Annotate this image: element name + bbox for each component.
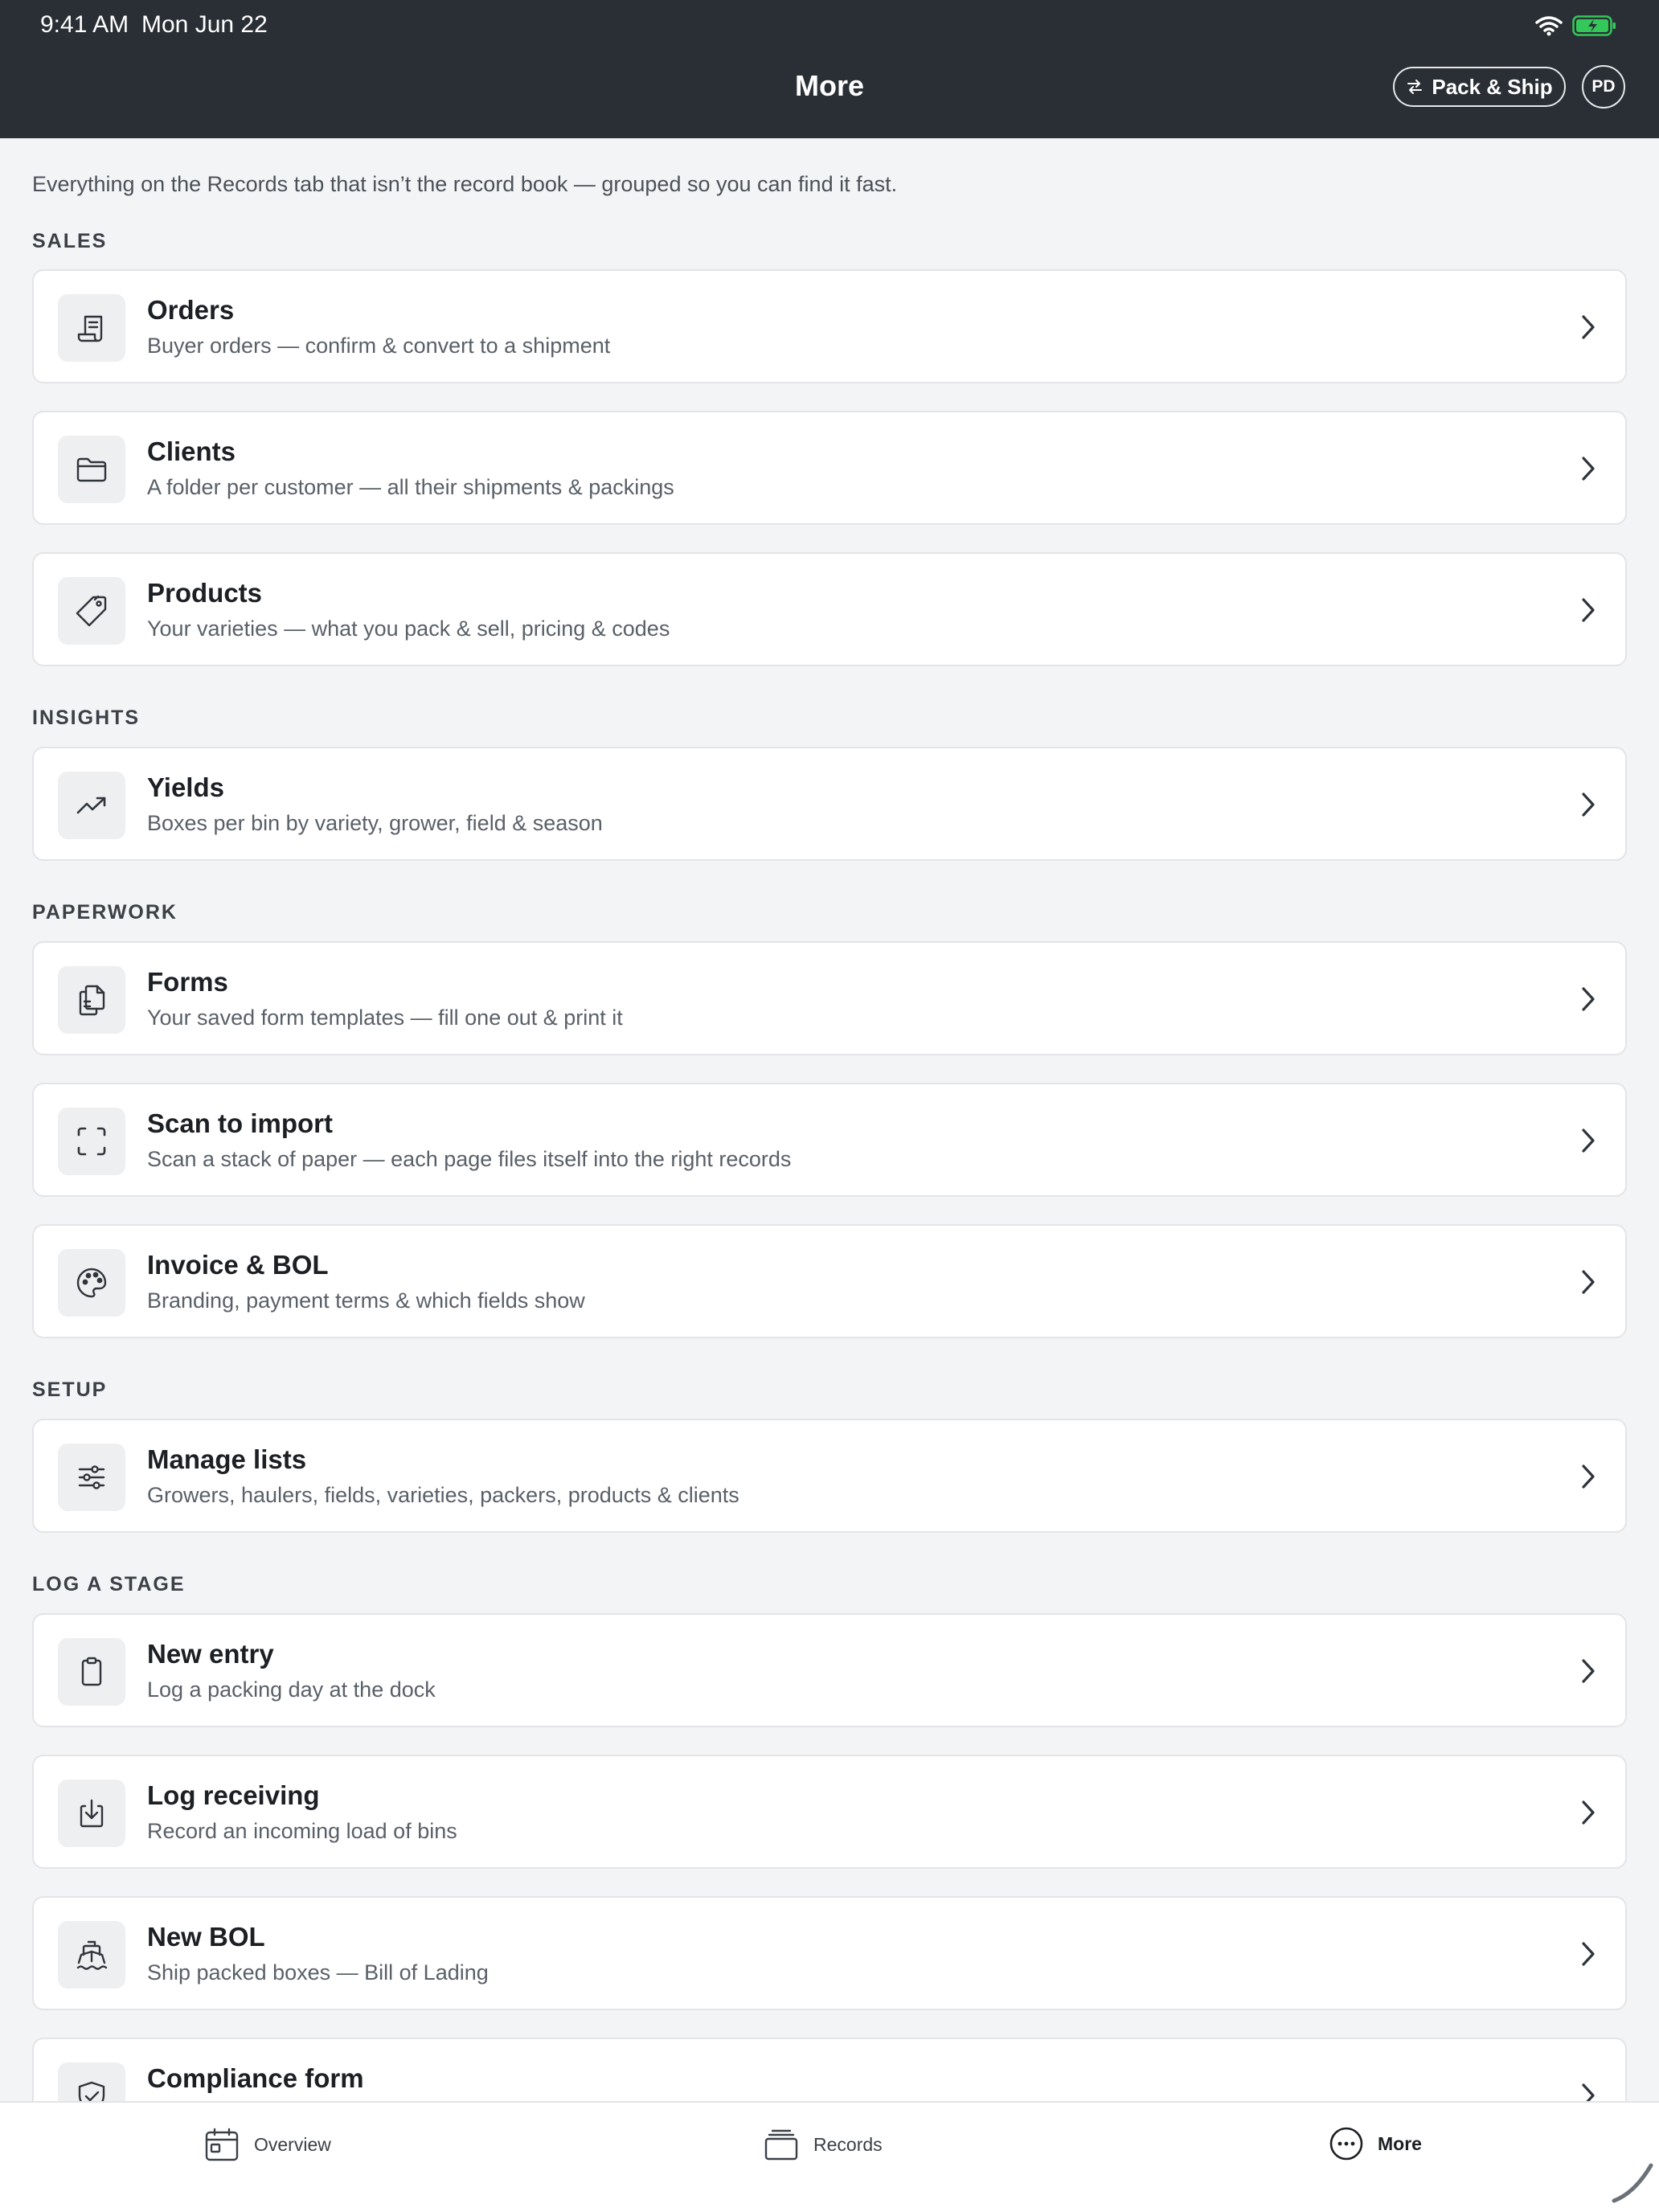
chevron-right-icon — [1582, 1129, 1595, 1153]
chevron-right-icon — [1582, 1800, 1595, 1825]
calendar-icon — [205, 2128, 239, 2161]
menu-item-subtitle: Growers, haulers, fields, varieties, pac… — [147, 1483, 739, 1507]
download-icon — [58, 1780, 125, 1847]
stack-icon — [764, 2129, 798, 2161]
tab-overview-label: Overview — [254, 2133, 331, 2155]
tab-more[interactable]: More — [1328, 2125, 1422, 2162]
more-content: Everything on the Records tab that isn’t… — [0, 138, 1659, 2101]
menu-item-title: Clients — [147, 436, 236, 466]
chevron-right-icon — [1582, 457, 1595, 481]
menu-item-title: Log receiving — [147, 1780, 320, 1810]
receipt-icon — [58, 294, 125, 362]
chevron-right-icon — [1582, 1942, 1595, 1966]
menu-item-subtitle: Boxes per bin by variety, grower, field … — [147, 811, 603, 835]
chevron-right-icon — [1582, 2083, 1595, 2101]
swap-icon — [1407, 80, 1423, 94]
chevron-right-icon — [1582, 793, 1595, 817]
section-label-sales: SALES — [32, 230, 108, 252]
tab-overview[interactable]: Overview — [203, 2125, 331, 2164]
chevron-right-icon — [1582, 315, 1595, 339]
more-circle-icon — [1329, 2127, 1363, 2161]
avatar[interactable]: PD — [1582, 65, 1625, 109]
trending-up-icon — [58, 772, 125, 839]
menu-item-title: Scan to import — [147, 1108, 334, 1138]
status-icons — [1535, 14, 1617, 37]
bottom-tab-bar: Overview Records More — [0, 2101, 1659, 2212]
menu-item-new-entry[interactable]: New entry Log a packing day at the dock — [32, 1613, 1627, 1727]
section-label-log-stage: LOG A STAGE — [32, 1573, 186, 1596]
menu-item-manage-lists[interactable]: Manage lists Growers, haulers, fields, v… — [32, 1419, 1627, 1533]
scan-icon — [58, 1108, 125, 1175]
tag-icon — [58, 577, 125, 645]
shield-check-icon — [58, 2062, 125, 2101]
status-time: 9:41 AM — [40, 11, 129, 38]
resize-handle-icon — [1612, 2163, 1653, 2203]
menu-item-title: Yields — [147, 772, 224, 802]
menu-item-title: New BOL — [147, 1922, 265, 1952]
status-date: Mon Jun 22 — [141, 11, 268, 38]
pack-ship-label: Pack & Ship — [1432, 74, 1553, 99]
documents-icon — [58, 966, 125, 1034]
menu-item-forms[interactable]: Forms Your saved form templates — fill o… — [32, 941, 1627, 1055]
palette-icon — [58, 1249, 125, 1317]
menu-item-title: Products — [147, 578, 263, 608]
section-label-insights: INSIGHTS — [32, 707, 141, 729]
clipboard-icon — [58, 1638, 125, 1706]
section-label-setup: SETUP — [32, 1378, 108, 1401]
app-header: 9:41 AM Mon Jun 22 More Pack & Ship PD — [0, 0, 1659, 138]
pack-ship-button[interactable]: Pack & Ship — [1393, 67, 1566, 107]
chevron-right-icon — [1582, 1659, 1595, 1683]
menu-item-title: Compliance form — [147, 2063, 364, 2093]
menu-item-subtitle: Branding, payment terms & which fields s… — [147, 1288, 585, 1313]
folder-icon — [58, 436, 125, 503]
wifi-icon — [1535, 16, 1563, 36]
menu-item-subtitle: Your saved form templates — fill one out… — [147, 1006, 623, 1030]
chevron-right-icon — [1582, 1464, 1595, 1489]
menu-item-scan-to-import[interactable]: Scan to import Scan a stack of paper — e… — [32, 1083, 1627, 1197]
menu-item-log-receiving[interactable]: Log receiving Record an incoming load of… — [32, 1755, 1627, 1869]
menu-item-compliance-form[interactable]: Compliance form — [32, 2038, 1627, 2101]
chevron-right-icon — [1582, 987, 1595, 1011]
menu-item-products[interactable]: Products Your varieties — what you pack … — [32, 552, 1627, 666]
sliders-icon — [58, 1444, 125, 1511]
menu-item-invoice-bol[interactable]: Invoice & BOL Branding, payment terms & … — [32, 1224, 1627, 1338]
tab-more-label: More — [1378, 2132, 1422, 2154]
menu-item-new-bol[interactable]: New BOL Ship packed boxes — Bill of Ladi… — [32, 1896, 1627, 2010]
menu-item-subtitle: Record an incoming load of bins — [147, 1819, 457, 1843]
intro-text: Everything on the Records tab that isn’t… — [32, 172, 898, 196]
menu-item-subtitle: Ship packed boxes — Bill of Lading — [147, 1960, 489, 1985]
ship-icon — [58, 1921, 125, 1989]
menu-item-subtitle: Your varieties — what you pack & sell, p… — [147, 616, 670, 641]
menu-item-clients[interactable]: Clients A folder per customer — all thei… — [32, 411, 1627, 525]
battery-icon — [1572, 15, 1616, 36]
menu-item-subtitle: Scan a stack of paper — each page files … — [147, 1147, 792, 1171]
menu-item-subtitle: A folder per customer — all their shipme… — [147, 475, 674, 499]
menu-item-title: Manage lists — [147, 1444, 307, 1474]
menu-item-title: New entry — [147, 1639, 274, 1669]
menu-item-subtitle: Buyer orders — confirm & convert to a sh… — [147, 334, 611, 358]
menu-item-title: Orders — [147, 295, 235, 325]
menu-item-subtitle: Log a packing day at the dock — [147, 1677, 436, 1702]
chevron-right-icon — [1582, 598, 1595, 622]
section-label-paperwork: PAPERWORK — [32, 901, 178, 924]
menu-item-yields[interactable]: Yields Boxes per bin by variety, grower,… — [32, 747, 1627, 861]
menu-item-title: Forms — [147, 967, 228, 997]
menu-item-orders[interactable]: Orders Buyer orders — confirm & convert … — [32, 269, 1627, 383]
menu-item-title: Invoice & BOL — [147, 1250, 329, 1280]
tab-records[interactable]: Records — [762, 2125, 883, 2164]
tab-records-label: Records — [813, 2133, 883, 2155]
chevron-right-icon — [1582, 1270, 1595, 1294]
